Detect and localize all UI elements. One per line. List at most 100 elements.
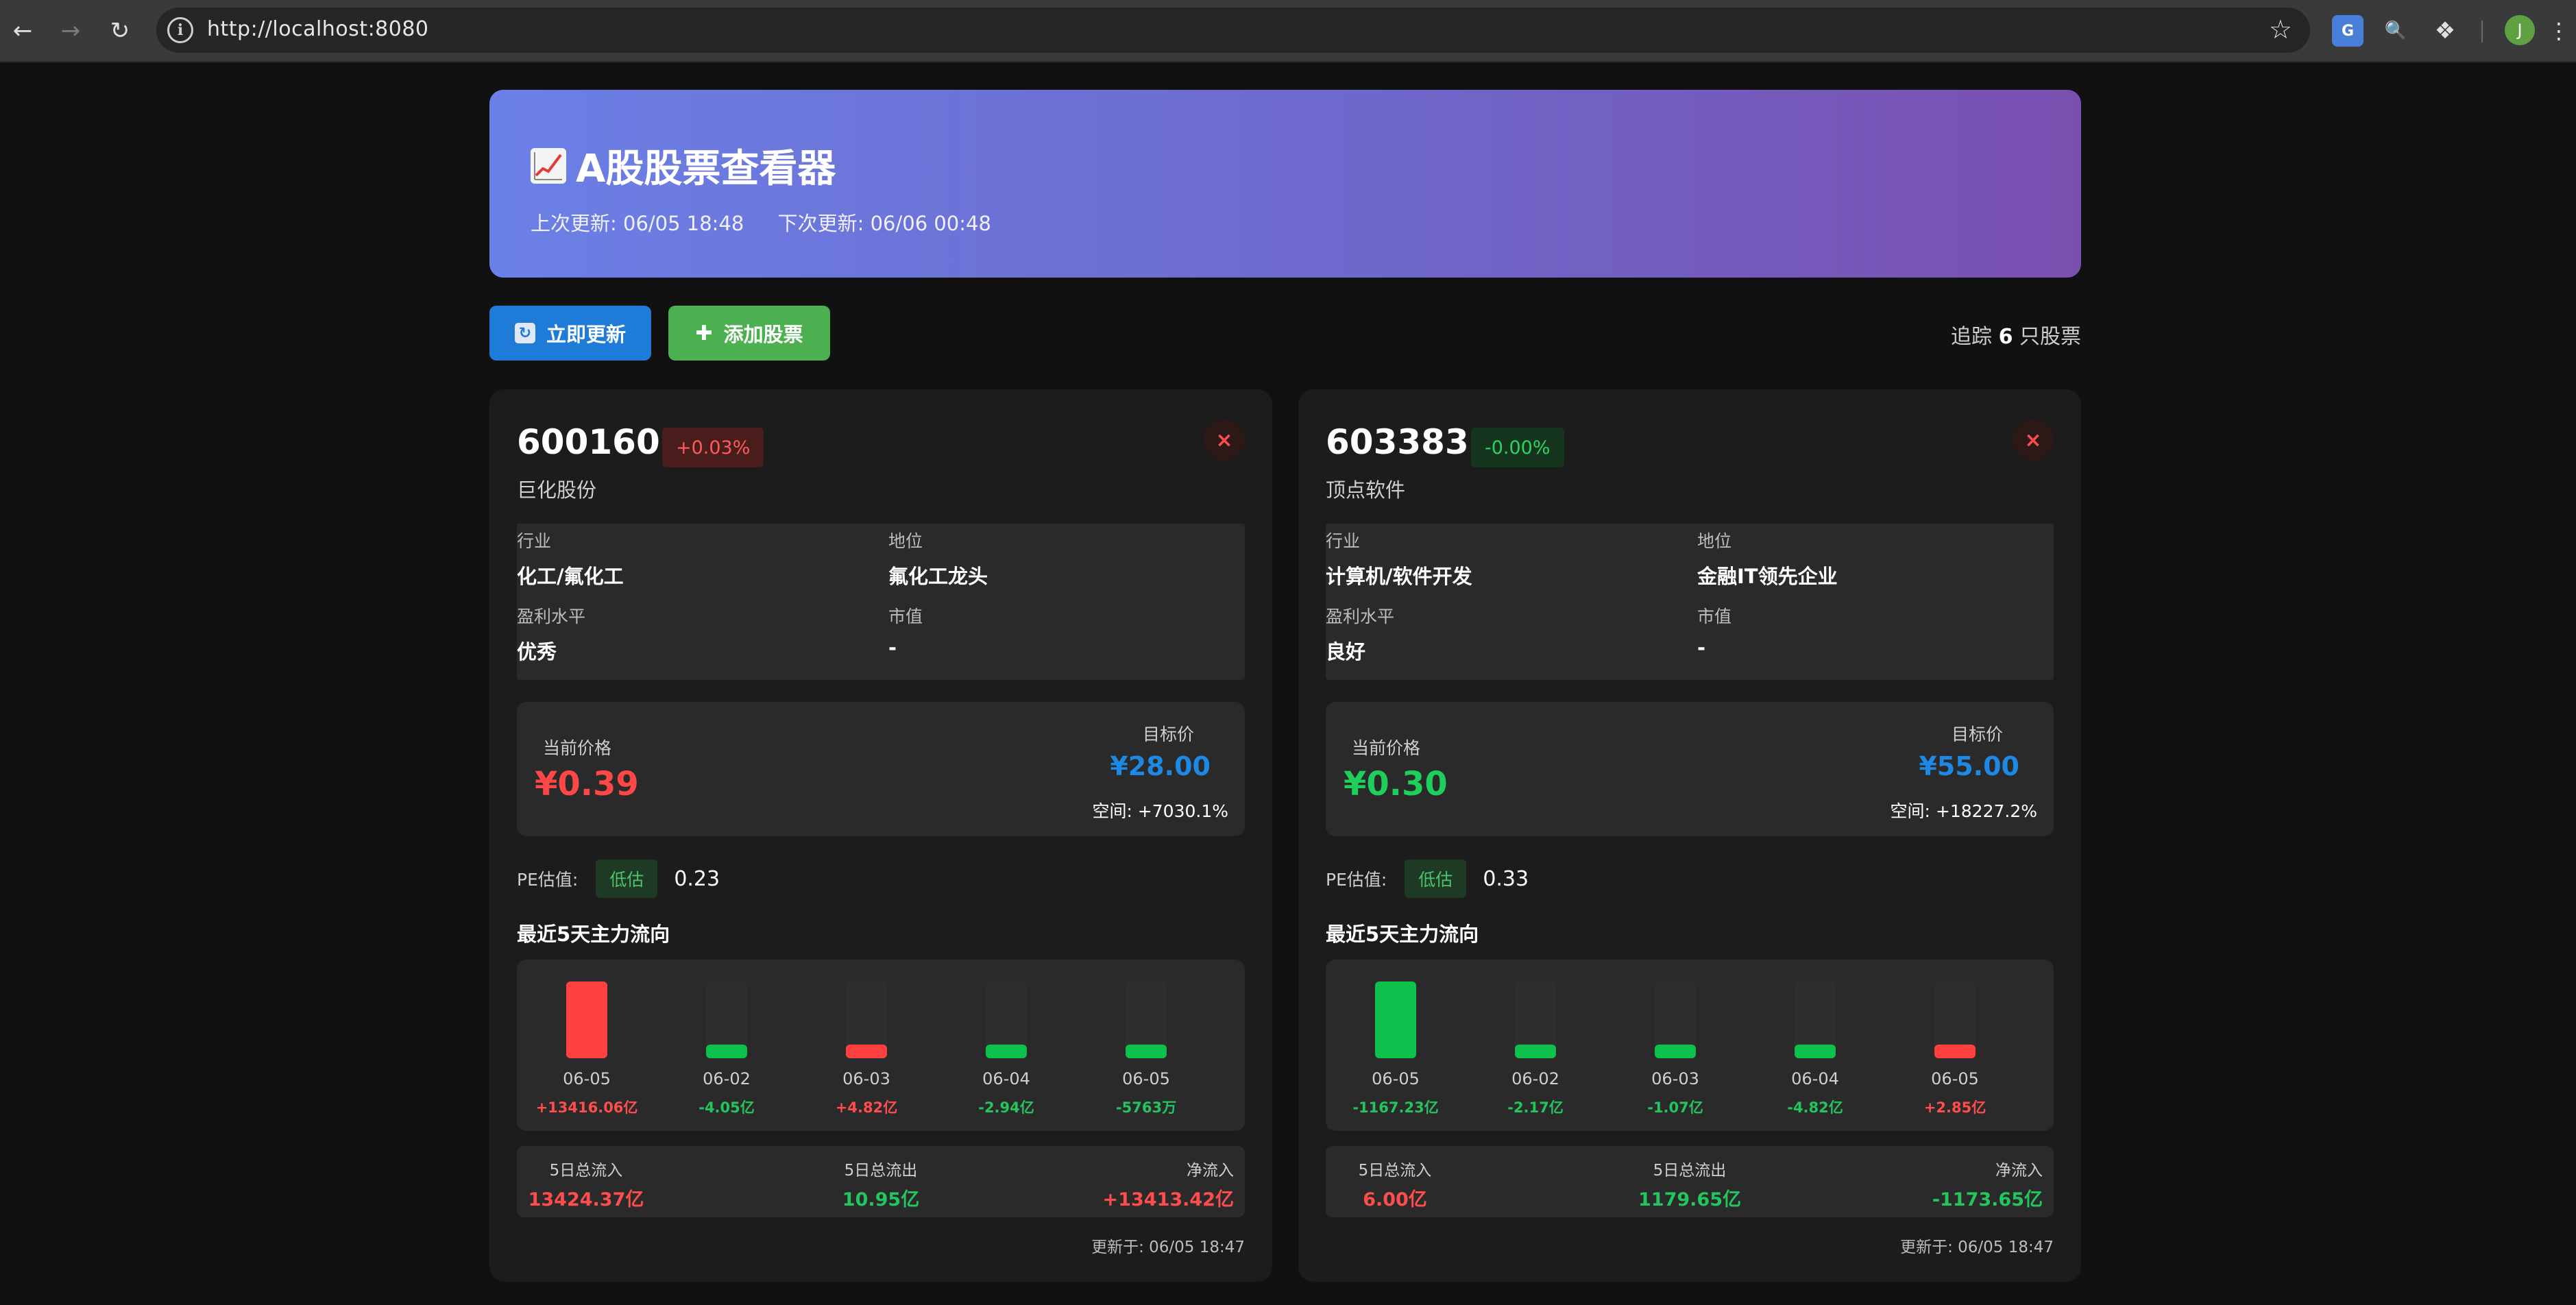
back-arrow-icon[interactable]: ← (4, 12, 41, 49)
pe-value: 0.23 (674, 866, 720, 891)
flow-date-label: 06-05 (1122, 1069, 1170, 1088)
toolbar-divider (2481, 21, 2483, 42)
current-price-label: 当前价格 (1352, 738, 1421, 758)
market-cap-value: - (888, 636, 897, 659)
flow-date-label: 06-05 (1372, 1069, 1420, 1088)
flow-date-label: 06-03 (1651, 1069, 1699, 1088)
refresh-icon: ↻ (514, 323, 535, 343)
remove-stock-button[interactable]: × (1204, 419, 1245, 461)
stock-card: 600160 +0.03% 巨化股份 × 行业 化工/氟化工 地位 氟化工龙头 … (489, 389, 1272, 1282)
profit-value: 优秀 (517, 640, 557, 663)
forward-arrow-icon[interactable]: → (52, 12, 89, 49)
flow-amount-label: -1167.23亿 (1352, 1099, 1439, 1116)
flow-amount-label: -4.05亿 (698, 1099, 755, 1116)
pe-label: PE估值: (1326, 870, 1387, 890)
next-update-text: 下次更新: 06/06 00:48 (777, 212, 991, 235)
stock-info-grid: 行业 计算机/软件开发 地位 金融IT领先企业 盈利水平 良好 市值 - (1326, 524, 2054, 680)
pe-status-badge: 低估 (596, 859, 658, 898)
industry-field: 行业 计算机/软件开发 (1326, 528, 1668, 589)
flow-date-label: 06-04 (982, 1069, 1030, 1088)
tracking-count-text: 追踪 6 只股票 (1951, 319, 2081, 350)
industry-label: 行业 (517, 531, 552, 551)
browser-toolbar: ← → ↻ i http://localhost:8080 ☆ G 🔍 ❖ J … (0, 0, 2576, 62)
net-inflow-value: +13413.42亿 (1102, 1189, 1234, 1210)
flow-date-label: 06-05 (563, 1069, 611, 1088)
net-inflow-label: 净流入 (1187, 1162, 1234, 1180)
flow-bar (1934, 1045, 1976, 1058)
position-value: 氟化工龙头 (888, 565, 988, 588)
stock-name: 巨化股份 (517, 478, 597, 502)
stock-card: 603383 -0.00% 顶点软件 × 行业 计算机/软件开发 地位 金融IT… (1298, 389, 2081, 1282)
upside-text: 空间: +18227.2% (1890, 801, 2037, 821)
target-price-value: ¥28.00 (1110, 751, 1211, 781)
flow-amount-label: -1.07亿 (1647, 1099, 1703, 1116)
translate-extension-icon[interactable]: G (2332, 15, 2364, 47)
capital-flow-chart: 06-05 -1167.23亿 06-02 -2.17亿 06-03 -1.07亿 06-0… (1326, 960, 2054, 1131)
price-change-badge: +0.03% (662, 428, 764, 467)
current-price-value: ¥0.39 (535, 765, 639, 803)
total-inflow-value: 13424.37亿 (528, 1189, 644, 1210)
net-inflow-cell: 净流入 -1173.65亿 (1932, 1157, 2043, 1211)
refresh-now-label: 立即更新 (546, 323, 626, 346)
flow-bar (846, 1045, 887, 1058)
flow-date-label: 06-02 (1511, 1069, 1559, 1088)
flow-day-column: 06-04 -4.82亿 (1745, 960, 1885, 1131)
flow-bar (1126, 1045, 1167, 1058)
refresh-now-button[interactable]: ↻ 立即更新 (489, 306, 651, 361)
flow-bar (1795, 1045, 1836, 1058)
extensions-puzzle-icon[interactable]: ❖ (2429, 15, 2461, 47)
flow-summary: 5日总流入 6.00亿 5日总流出 1179.65亿 净流入 -1173.65亿 (1326, 1146, 2054, 1217)
flow-bar (1655, 1045, 1696, 1058)
total-outflow-label: 5日总流出 (1653, 1162, 1727, 1180)
total-inflow-cell: 5日总流入 13424.37亿 (528, 1157, 644, 1211)
tracking-count: 6 (1998, 325, 2013, 349)
net-inflow-value: -1173.65亿 (1932, 1189, 2043, 1210)
add-stock-button[interactable]: ✚ 添加股票 (668, 306, 830, 361)
flow-amount-label: +13416.06亿 (535, 1099, 638, 1116)
target-price-label: 目标价 (1951, 724, 2003, 744)
pe-status-badge: 低估 (1405, 859, 1467, 898)
profit-field: 盈利水平 良好 (1326, 603, 1668, 665)
flow-date-label: 06-02 (703, 1069, 751, 1088)
stock-extension-icon[interactable]: 🔍 (2380, 15, 2411, 47)
update-times: 上次更新: 06/05 18:48 下次更新: 06/06 00:48 (531, 208, 1019, 236)
stock-info-grid: 行业 化工/氟化工 地位 氟化工龙头 盈利水平 优秀 市值 - (517, 524, 1245, 680)
total-inflow-label: 5日总流入 (1358, 1162, 1432, 1180)
flow-amount-label: -2.94亿 (978, 1099, 1034, 1116)
total-outflow-cell: 5日总流出 1179.65亿 (1631, 1157, 1748, 1211)
flow-day-column: 06-04 -2.94亿 (936, 960, 1076, 1131)
market-cap-value: - (1697, 636, 1706, 659)
market-cap-label: 市值 (888, 607, 923, 626)
flow-day-column: 06-05 -1167.23亿 (1326, 960, 1466, 1131)
updated-at-text: 更新于: 06/05 18:47 (1091, 1239, 1245, 1256)
reload-icon[interactable]: ↻ (101, 12, 138, 49)
market-cap-field: 市值 - (888, 603, 1231, 659)
flow-summary: 5日总流入 13424.37亿 5日总流出 10.95亿 净流入 +13413.… (517, 1146, 1245, 1217)
pe-label: PE估值: (517, 870, 579, 890)
bookmark-star-icon[interactable]: ☆ (2269, 14, 2292, 45)
profile-avatar[interactable]: J (2505, 15, 2535, 45)
flow-day-column: 06-02 -4.05亿 (657, 960, 797, 1131)
page-title: A股股票查看器 (576, 147, 836, 191)
total-outflow-label: 5日总流出 (844, 1162, 918, 1180)
flow-day-column: 06-03 +4.82亿 (797, 960, 936, 1131)
flow-day-column: 06-05 -5763万 (1076, 960, 1216, 1131)
title-row: A股股票查看器 (531, 138, 836, 193)
pe-row: PE估值: 低估 0.23 (517, 859, 720, 898)
site-info-icon[interactable]: i (167, 17, 193, 43)
chart-increasing-icon (531, 147, 566, 184)
position-field: 地位 金融IT领先企业 (1697, 528, 2040, 589)
pe-row: PE估值: 低估 0.33 (1326, 859, 1529, 898)
flow-section-title: 最近5天主力流向 (1326, 923, 1479, 946)
remove-stock-button[interactable]: × (2013, 419, 2054, 461)
browser-menu-icon[interactable]: ⋮ (2548, 12, 2570, 49)
flow-section-title: 最近5天主力流向 (517, 923, 670, 946)
total-outflow-value: 1179.65亿 (1638, 1189, 1741, 1210)
flow-bar (706, 1045, 747, 1058)
flow-bar (566, 981, 607, 1058)
current-price-value: ¥0.30 (1344, 765, 1448, 803)
url-text[interactable]: http://localhost:8080 (207, 17, 429, 41)
tracking-suffix: 只股票 (2019, 325, 2081, 349)
address-bar[interactable]: i http://localhost:8080 ☆ (156, 8, 2310, 53)
flow-amount-label: -2.17亿 (1507, 1099, 1564, 1116)
